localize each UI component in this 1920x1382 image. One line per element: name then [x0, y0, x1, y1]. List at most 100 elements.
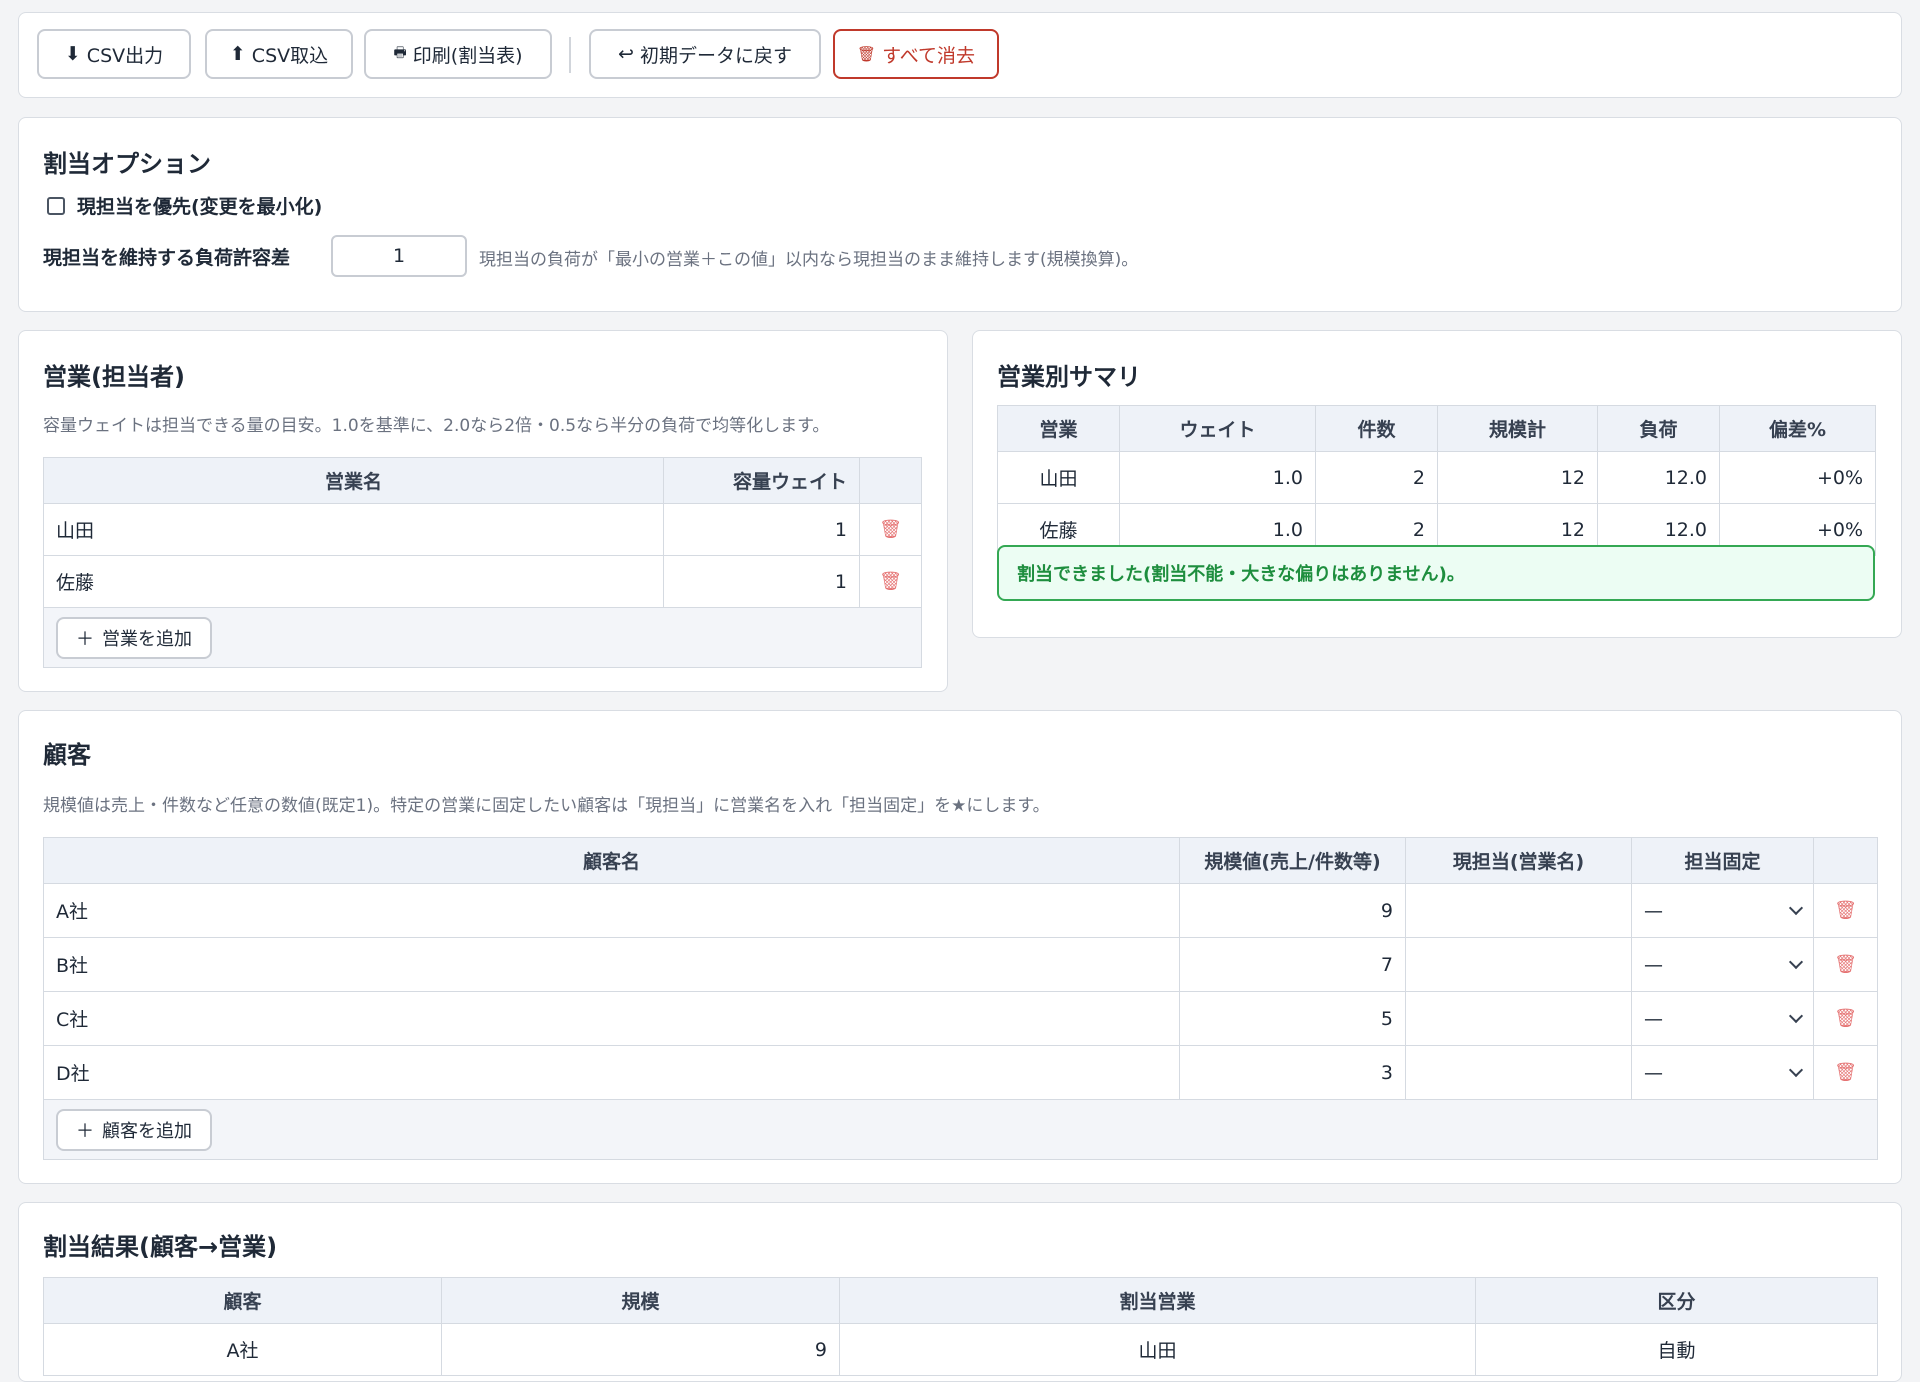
- toolbar: ⬇ CSV出力 ⬆ CSV取込 🖶 印刷(割当表) ↩ 初期データに戻す 🗑 す…: [18, 12, 1902, 98]
- delete-row-trash-icon[interactable]: 🗑: [859, 555, 922, 608]
- delete-row-trash-icon[interactable]: 🗑: [1813, 991, 1878, 1046]
- table-row: 佐藤 1 🗑: [43, 555, 922, 608]
- customer-current-input[interactable]: [1405, 937, 1632, 992]
- table-row: 山田 1.0 2 12 12.0 +0%: [997, 451, 1876, 504]
- sales-table: 営業名 容量ウェイト 山田 1 🗑 佐藤 1 🗑 ＋ 営業を追加: [43, 457, 922, 668]
- customer-size-input[interactable]: 5: [1179, 991, 1406, 1046]
- status-message: 割当できました(割当不能・大きな偏りはありません)。: [997, 545, 1875, 601]
- chevron-down-icon: [1788, 1008, 1804, 1023]
- options-title: 割当オプション: [43, 150, 211, 178]
- results-col-size: 規模: [441, 1277, 840, 1324]
- summary-col-count: 件数: [1315, 405, 1438, 452]
- fixed-select-value: —: [1644, 1007, 1663, 1030]
- upload-icon: ⬆: [229, 43, 246, 65]
- summary-cell: 12: [1437, 451, 1598, 504]
- customer-fixed-select[interactable]: —: [1631, 937, 1814, 992]
- table-row: A社 9 — 🗑: [43, 883, 1878, 938]
- results-col-category: 区分: [1475, 1277, 1878, 1324]
- customer-name-input[interactable]: A社: [43, 883, 1180, 938]
- summary-table: 営業 ウェイト 件数 規模計 負荷 偏差% 山田 1.0 2 12 12.0 +…: [997, 405, 1876, 556]
- customers-add-row: ＋ 顧客を追加: [43, 1099, 1878, 1160]
- csv-import-button[interactable]: ⬆ CSV取込: [205, 29, 353, 79]
- customers-col-current: 現担当(営業名): [1405, 837, 1632, 884]
- fixed-select-value: —: [1644, 899, 1663, 922]
- csv-export-button[interactable]: ⬇ CSV出力: [37, 29, 191, 79]
- csv-import-label: CSV取込: [251, 44, 329, 67]
- reset-label: 初期データに戻す: [639, 44, 792, 67]
- customers-col-name: 顧客名: [43, 837, 1180, 884]
- delete-row-trash-icon[interactable]: 🗑: [1813, 937, 1878, 992]
- sales-title: 営業(担当者): [43, 363, 185, 391]
- sales-col-name: 営業名: [43, 457, 664, 504]
- summary-col-sales: 営業: [997, 405, 1120, 452]
- delete-row-trash-icon[interactable]: 🗑: [1813, 1045, 1878, 1100]
- summary-col-size-total: 規模計: [1437, 405, 1598, 452]
- trash-icon: 🗑: [857, 45, 877, 63]
- tolerance-hint: 現担当の負荷が「最小の営業＋この値」以内なら現担当のまま維持します(規模換算)。: [479, 250, 1139, 270]
- customer-fixed-select[interactable]: —: [1631, 1045, 1814, 1100]
- sales-name-input[interactable]: 山田: [43, 503, 664, 556]
- toolbar-divider: [569, 37, 571, 73]
- csv-export-label: CSV出力: [86, 44, 164, 67]
- clear-all-label: すべて消去: [882, 44, 975, 67]
- customer-fixed-select[interactable]: —: [1631, 991, 1814, 1046]
- clear-all-button[interactable]: 🗑 すべて消去: [833, 29, 999, 79]
- customers-col-size: 規模値(売上/件数等): [1179, 837, 1406, 884]
- customer-size-input[interactable]: 7: [1179, 937, 1406, 992]
- results-col-customer: 顧客: [43, 1277, 442, 1324]
- add-customer-button[interactable]: ＋ 顧客を追加: [56, 1108, 212, 1151]
- customer-current-input[interactable]: [1405, 1045, 1632, 1100]
- summary-col-weight: ウェイト: [1119, 405, 1316, 452]
- customers-panel: 顧客 規模値は売上・件数など任意の数値(既定1)。特定の営業に固定したい顧客は「…: [18, 710, 1902, 1184]
- customer-fixed-select[interactable]: —: [1631, 883, 1814, 938]
- summary-title: 営業別サマリ: [997, 363, 1141, 391]
- results-cell: A社: [43, 1323, 442, 1376]
- customers-table: 顧客名 規模値(売上/件数等) 現担当(営業名) 担当固定 A社 9 — 🗑 B…: [43, 837, 1878, 1160]
- plus-icon: ＋: [76, 628, 94, 650]
- summary-cell: 12.0: [1597, 451, 1720, 504]
- reset-button[interactable]: ↩ 初期データに戻す: [589, 29, 821, 79]
- plus-icon: ＋: [76, 1120, 94, 1142]
- download-icon: ⬇: [64, 43, 81, 65]
- summary-cell: 2: [1315, 451, 1438, 504]
- sales-weight-input[interactable]: 1: [663, 555, 860, 608]
- results-table: 顧客 規模 割当営業 区分 A社 9 山田 自動: [43, 1277, 1878, 1376]
- customer-name-input[interactable]: C社: [43, 991, 1180, 1046]
- customers-col-fixed: 担当固定: [1631, 837, 1814, 884]
- chevron-down-icon: [1788, 954, 1804, 969]
- customer-size-input[interactable]: 9: [1179, 883, 1406, 938]
- customer-name-input[interactable]: B社: [43, 937, 1180, 992]
- delete-row-trash-icon[interactable]: 🗑: [1813, 883, 1878, 938]
- sales-col-actions: [859, 457, 922, 504]
- prefer-current-row: 現担当を優先(変更を最小化): [47, 192, 322, 219]
- add-customer-label: 顧客を追加: [102, 1120, 192, 1142]
- customer-size-input[interactable]: 3: [1179, 1045, 1406, 1100]
- results-cell: 山田: [839, 1323, 1476, 1376]
- delete-row-trash-icon[interactable]: 🗑: [859, 503, 922, 556]
- sales-name-input[interactable]: 佐藤: [43, 555, 664, 608]
- printer-icon: 🖶: [393, 45, 407, 61]
- add-sales-button[interactable]: ＋ 営業を追加: [56, 616, 212, 659]
- prefer-current-checkbox[interactable]: [47, 196, 65, 215]
- print-button[interactable]: 🖶 印刷(割当表): [364, 29, 552, 79]
- customer-name-input[interactable]: D社: [43, 1045, 1180, 1100]
- tolerance-input[interactable]: 1: [331, 235, 467, 277]
- results-panel: 割当結果(顧客→営業) 顧客 規模 割当営業 区分 A社 9 山田 自動: [18, 1202, 1902, 1382]
- table-row: A社 9 山田 自動: [43, 1323, 1878, 1376]
- chevron-down-icon: [1788, 900, 1804, 915]
- summary-cell: 山田: [997, 451, 1120, 504]
- table-row: C社 5 — 🗑: [43, 991, 1878, 1046]
- print-label: 印刷(割当表): [412, 44, 523, 67]
- customers-title: 顧客: [43, 741, 91, 769]
- sales-panel: 営業(担当者) 容量ウェイトは担当できる量の目安。1.0を基準に、2.0なら2倍…: [18, 330, 948, 692]
- customer-current-input[interactable]: [1405, 991, 1632, 1046]
- table-row: 山田 1 🗑: [43, 503, 922, 556]
- chevron-down-icon: [1788, 1062, 1804, 1077]
- results-col-assigned: 割当営業: [839, 1277, 1476, 1324]
- sales-add-row: ＋ 営業を追加: [43, 607, 922, 668]
- summary-col-load: 負荷: [1597, 405, 1720, 452]
- summary-cell: 1.0: [1119, 451, 1316, 504]
- summary-col-deviation: 偏差%: [1719, 405, 1876, 452]
- sales-weight-input[interactable]: 1: [663, 503, 860, 556]
- customer-current-input[interactable]: [1405, 883, 1632, 938]
